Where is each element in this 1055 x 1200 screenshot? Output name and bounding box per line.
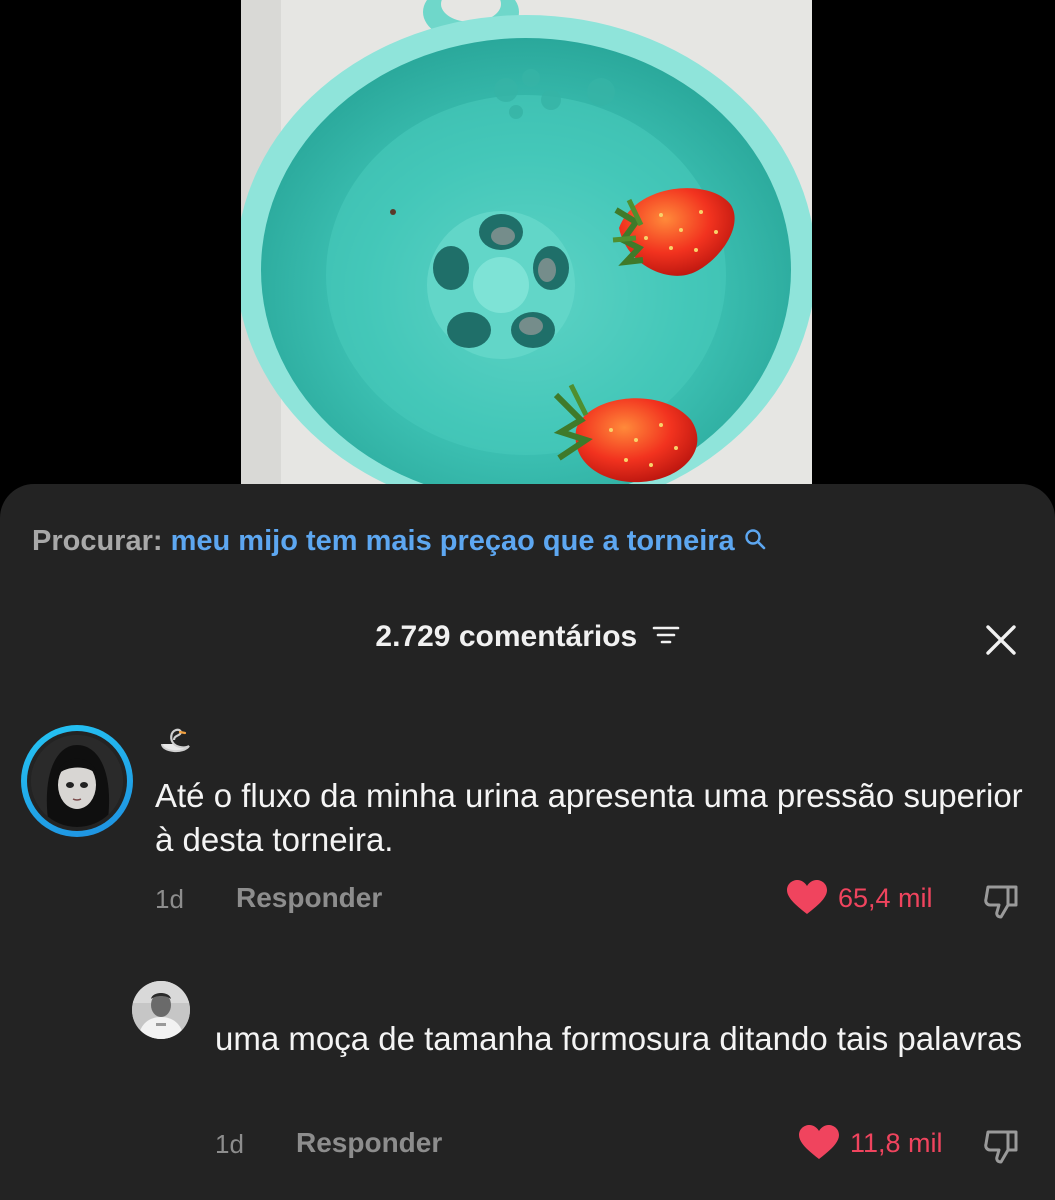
like-button[interactable]: 65,4 mil <box>786 880 933 916</box>
video-thumbnail <box>241 0 812 500</box>
comment-time: 1d <box>215 1129 244 1159</box>
avatar[interactable] <box>21 725 133 837</box>
like-count: 65,4 mil <box>838 882 933 913</box>
like-button[interactable]: 11,8 mil <box>798 1125 943 1161</box>
comments-sheet: Procurar: meu mijo tem mais preçao que a… <box>0 484 1055 1200</box>
search-icon[interactable] <box>744 525 766 558</box>
video-player[interactable] <box>0 0 1055 500</box>
dislike-icon[interactable] <box>982 1126 1022 1171</box>
dislike-icon[interactable] <box>982 881 1022 926</box>
avatar[interactable] <box>132 981 190 1039</box>
like-count: 11,8 mil <box>850 1127 943 1158</box>
video-frame[interactable] <box>241 0 812 500</box>
comment-time: 1d <box>155 884 184 914</box>
close-icon[interactable] <box>984 623 1018 657</box>
comment-text: Até o fluxo da minha urina apresenta uma… <box>155 777 1023 858</box>
search-query-link[interactable]: meu mijo tem mais preçao que a torneira <box>171 525 735 557</box>
heart-icon[interactable] <box>786 880 828 916</box>
sort-icon[interactable] <box>652 621 680 655</box>
reply-button[interactable]: Responder <box>296 1127 442 1159</box>
search-prefix: Procurar: <box>32 525 163 557</box>
avatar-image <box>132 981 190 1039</box>
heart-icon[interactable] <box>798 1125 840 1161</box>
avatar-image <box>31 735 123 827</box>
reply-button[interactable]: Responder <box>236 882 382 914</box>
comments-header: 2.729 comentários <box>0 620 1055 655</box>
comment-count: 2.729 comentários <box>375 620 638 653</box>
comment-text: uma moça de tamanha formosura ditando ta… <box>215 1020 1023 1057</box>
search-suggestion[interactable]: Procurar: meu mijo tem mais preçao que a… <box>32 525 766 558</box>
author-badge[interactable] <box>156 726 192 761</box>
